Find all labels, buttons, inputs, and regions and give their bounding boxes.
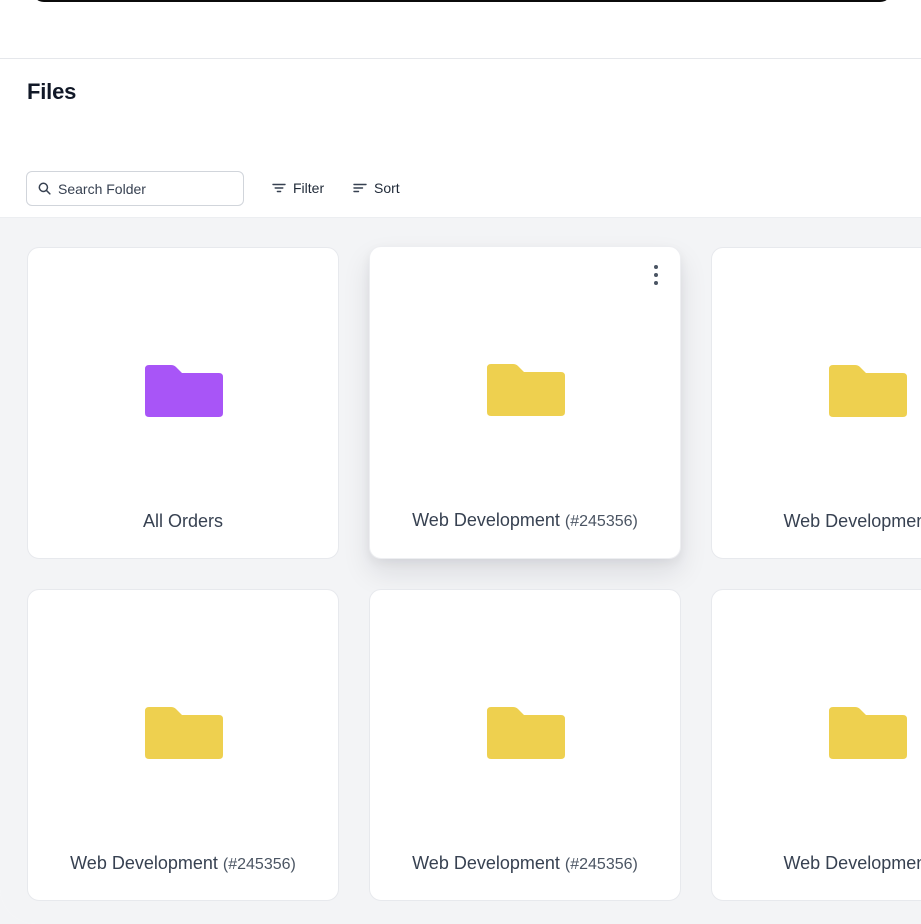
device-bezel: [32, 0, 892, 2]
folder-icon: [487, 707, 565, 759]
folder-card-web-development[interactable]: Web Development (#245356): [369, 246, 681, 559]
app-frame: Files Filter Sort: [0, 0, 921, 924]
folder-id: (#245356): [222, 856, 296, 873]
folder-card-web-development[interactable]: Web Development (#245356): [369, 589, 681, 901]
folder-icon: [487, 364, 565, 416]
search-input[interactable]: [58, 180, 228, 197]
sort-label: Sort: [374, 180, 400, 196]
sort-icon: [353, 183, 367, 193]
sort-button[interactable]: Sort: [353, 180, 400, 196]
folder-card-all-orders[interactable]: All Orders: [27, 247, 339, 559]
folder-icon: [145, 707, 223, 759]
search-icon: [38, 182, 51, 195]
page-header: Files: [0, 58, 921, 125]
filter-label: Filter: [293, 180, 325, 196]
folder-name: All Orders: [142, 511, 223, 531]
folder-icon: [145, 365, 223, 417]
folder-icon: [829, 707, 907, 759]
folder-name: Web Development: [783, 511, 921, 531]
folder-grid: All Orders Web Development (#245356) Web…: [0, 218, 921, 924]
search-box[interactable]: [26, 171, 244, 206]
filter-button[interactable]: Filter: [272, 180, 324, 196]
filter-icon: [272, 183, 286, 193]
folder-name: Web Development: [783, 853, 921, 873]
folder-card-web-development[interactable]: Web Development (#: [711, 247, 921, 559]
folder-id: (#245356): [564, 856, 638, 873]
folder-name: Web Development: [412, 853, 560, 873]
more-options-icon[interactable]: [650, 265, 662, 285]
toolbar: Filter Sort: [0, 124, 921, 218]
folder-card-web-development[interactable]: Web Development (#245356): [27, 589, 339, 901]
folder-name: Web Development: [412, 510, 560, 530]
folder-id: (#245356): [564, 513, 638, 530]
page-title: Files: [27, 79, 77, 104]
folder-name: Web Development: [70, 853, 218, 873]
folder-card-web-development[interactable]: Web Development (#: [711, 589, 921, 901]
folder-icon: [829, 365, 907, 417]
